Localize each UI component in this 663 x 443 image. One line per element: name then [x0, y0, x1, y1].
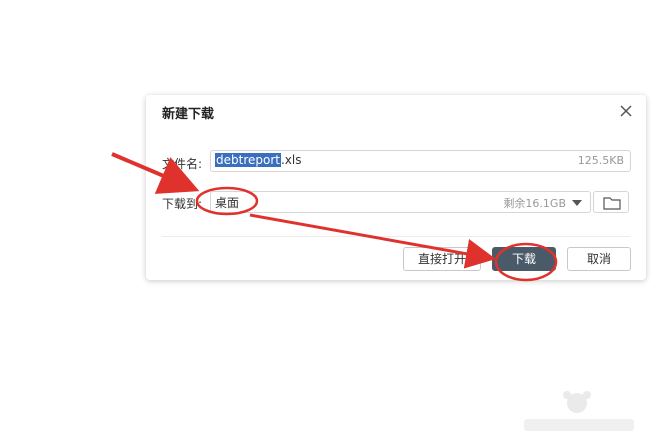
divider — [162, 236, 630, 237]
dropdown-caret-icon[interactable] — [572, 200, 582, 206]
filename-selected-text: debtreport — [215, 153, 281, 167]
folder-icon — [603, 197, 621, 210]
filename-value[interactable]: debtreport.xls — [215, 153, 302, 167]
saveto-dropdown[interactable]: 桌面 剩余16.1GB — [210, 191, 591, 213]
filename-field[interactable]: debtreport.xls 125.5KB — [210, 150, 631, 172]
close-icon[interactable] — [618, 103, 634, 119]
dialog-title: 新建下载 — [162, 107, 215, 122]
saveto-value: 桌面 — [215, 196, 240, 210]
filename-label: 文件名: — [162, 157, 203, 171]
free-space: 剩余16.1GB — [503, 197, 566, 210]
baidu-watermark — [524, 391, 634, 431]
saveto-label: 下载到: — [162, 197, 203, 211]
filename-extension: .xls — [280, 153, 302, 167]
open-directly-button[interactable]: 直接打开 — [403, 247, 481, 271]
file-size: 125.5KB — [577, 154, 624, 167]
cancel-button[interactable]: 取消 — [567, 247, 631, 271]
new-download-dialog: 新建下载 文件名: debtreport.xls 125.5KB 下载到: 桌面… — [146, 95, 646, 280]
browse-folder-button[interactable] — [593, 191, 629, 213]
download-button[interactable]: 下载 — [492, 247, 556, 271]
